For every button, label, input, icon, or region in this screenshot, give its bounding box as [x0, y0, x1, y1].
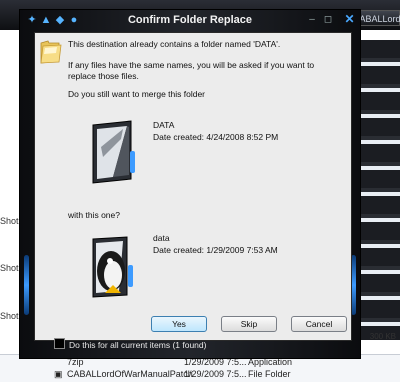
background-left-label: Shot [0, 311, 19, 321]
existing-folder-name: DATA [153, 120, 175, 130]
file-date: 1/29/2009 7:5... [184, 369, 247, 379]
table-row[interactable]: ▣ CABALLordOfWarManualPatch 1/29/2009 7:… [0, 369, 400, 382]
file-name: CABALLordOfWarManualPatch [67, 369, 193, 379]
skip-button[interactable]: Skip [221, 316, 277, 332]
file-type: File Folder [248, 369, 291, 379]
question-text: Do you still want to merge this folder [68, 89, 206, 99]
apply-all-label: Do this for all current items (1 found) [69, 340, 207, 350]
maximize-icon[interactable]: ◻ [322, 14, 334, 26]
minimize-icon[interactable]: – [306, 14, 318, 26]
incoming-folder-name: data [153, 233, 170, 243]
dialog-content: This destination already contains a fold… [34, 32, 352, 341]
with-this-one-text: with this one? [68, 210, 120, 220]
left-frame-accent [24, 255, 29, 315]
yes-button[interactable]: Yes [151, 316, 207, 332]
existing-folder-date: Date created: 4/24/2008 8:52 PM [153, 132, 279, 142]
title-bar[interactable]: ✦ ▲ ◆ ● Confirm Folder Replace – ◻ ✕ [20, 10, 360, 32]
folder-icon: ▣ [54, 369, 63, 379]
message-text: This destination already contains a fold… [68, 39, 281, 49]
background-file-list-stripes [358, 40, 400, 340]
background-size-cell: 300 KB [369, 332, 396, 341]
confirm-folder-replace-dialog: ✦ ▲ ◆ ● Confirm Folder Replace – ◻ ✕ Thi… [19, 9, 361, 359]
background-left-label: Shot [0, 263, 19, 273]
incoming-folder-icon[interactable] [83, 233, 141, 303]
folder-icon [40, 40, 62, 64]
info-text: If any files have the same names, you wi… [68, 60, 315, 81]
existing-folder-icon[interactable] [83, 117, 141, 187]
close-icon[interactable]: ✕ [343, 13, 356, 26]
cancel-button[interactable]: Cancel [291, 316, 347, 332]
apply-all-option[interactable]: Do this for all current items (1 found) [54, 338, 206, 352]
background-left-label: Shot [0, 216, 19, 226]
apply-all-checkbox[interactable] [54, 338, 65, 349]
incoming-folder-date: Date created: 1/29/2009 7:53 AM [153, 245, 278, 255]
